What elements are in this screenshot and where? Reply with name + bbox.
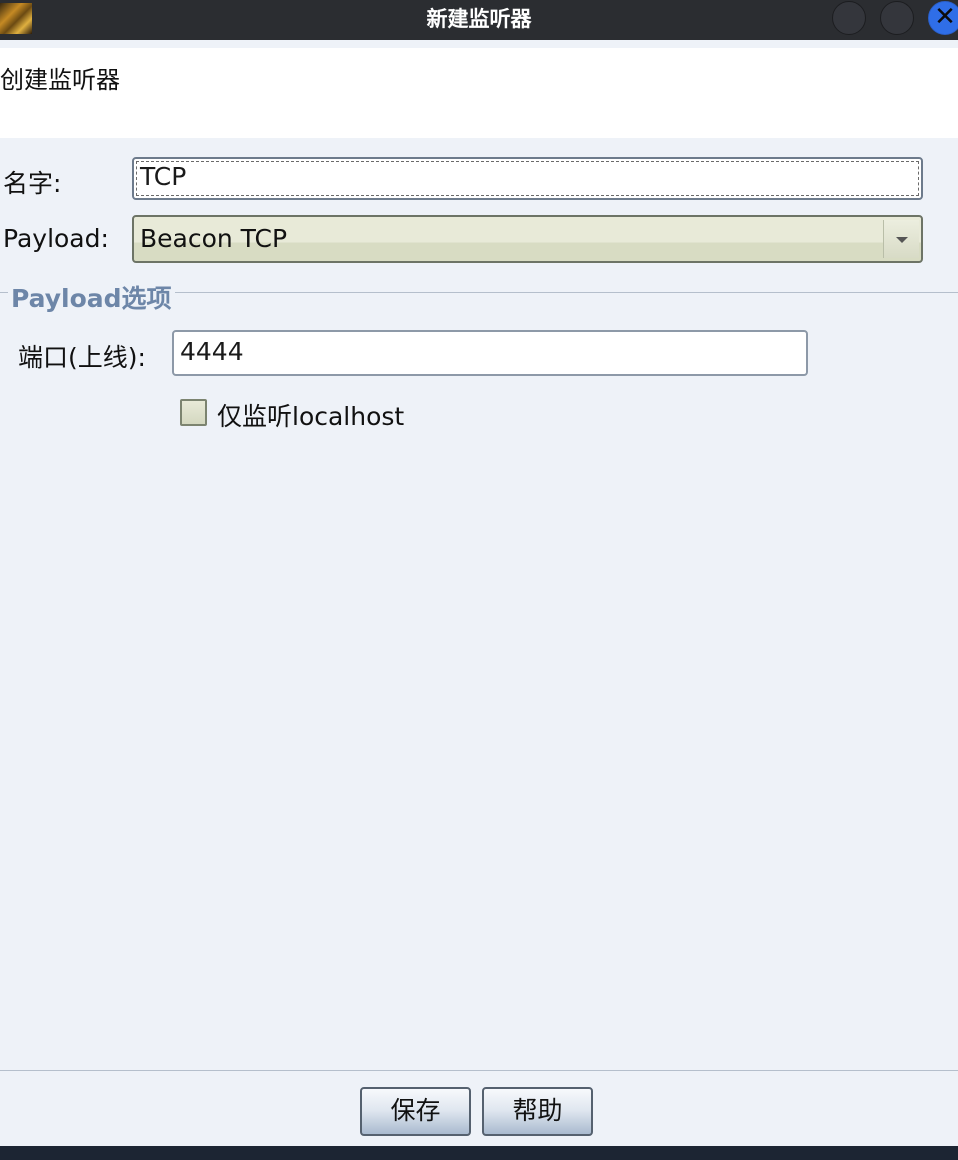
footer-divider bbox=[0, 1070, 958, 1071]
minimize-button[interactable] bbox=[832, 1, 866, 35]
payload-options-title: Payload选项 bbox=[8, 279, 175, 315]
payload-select-value: Beacon TCP bbox=[140, 224, 288, 253]
help-button[interactable]: 帮助 bbox=[482, 1087, 593, 1136]
chevron-down-icon[interactable] bbox=[883, 220, 919, 258]
title-bar[interactable]: 新建监听器 ✕ bbox=[0, 0, 958, 40]
port-label: 端口(上线): bbox=[18, 343, 146, 372]
payload-label: Payload: bbox=[3, 224, 109, 253]
window-title: 新建监听器 bbox=[426, 7, 532, 31]
name-input[interactable]: TCP bbox=[132, 157, 923, 200]
name-label: 名字: bbox=[3, 169, 62, 198]
close-icon: ✕ bbox=[934, 2, 956, 32]
localhost-only-label[interactable]: 仅监听localhost bbox=[217, 397, 404, 433]
dialog-header bbox=[0, 48, 958, 138]
localhost-only-checkbox[interactable] bbox=[180, 399, 207, 426]
payload-select[interactable]: Beacon TCP bbox=[132, 215, 923, 263]
save-button[interactable]: 保存 bbox=[360, 1087, 471, 1136]
port-input-value: 4444 bbox=[180, 337, 244, 366]
maximize-button[interactable] bbox=[880, 1, 914, 35]
close-button[interactable]: ✕ bbox=[928, 1, 958, 35]
name-input-value: TCP bbox=[140, 162, 187, 191]
dialog-header-text: 创建监听器 bbox=[0, 66, 120, 94]
taskbar-strip bbox=[0, 1146, 958, 1160]
port-input[interactable]: 4444 bbox=[172, 330, 808, 376]
